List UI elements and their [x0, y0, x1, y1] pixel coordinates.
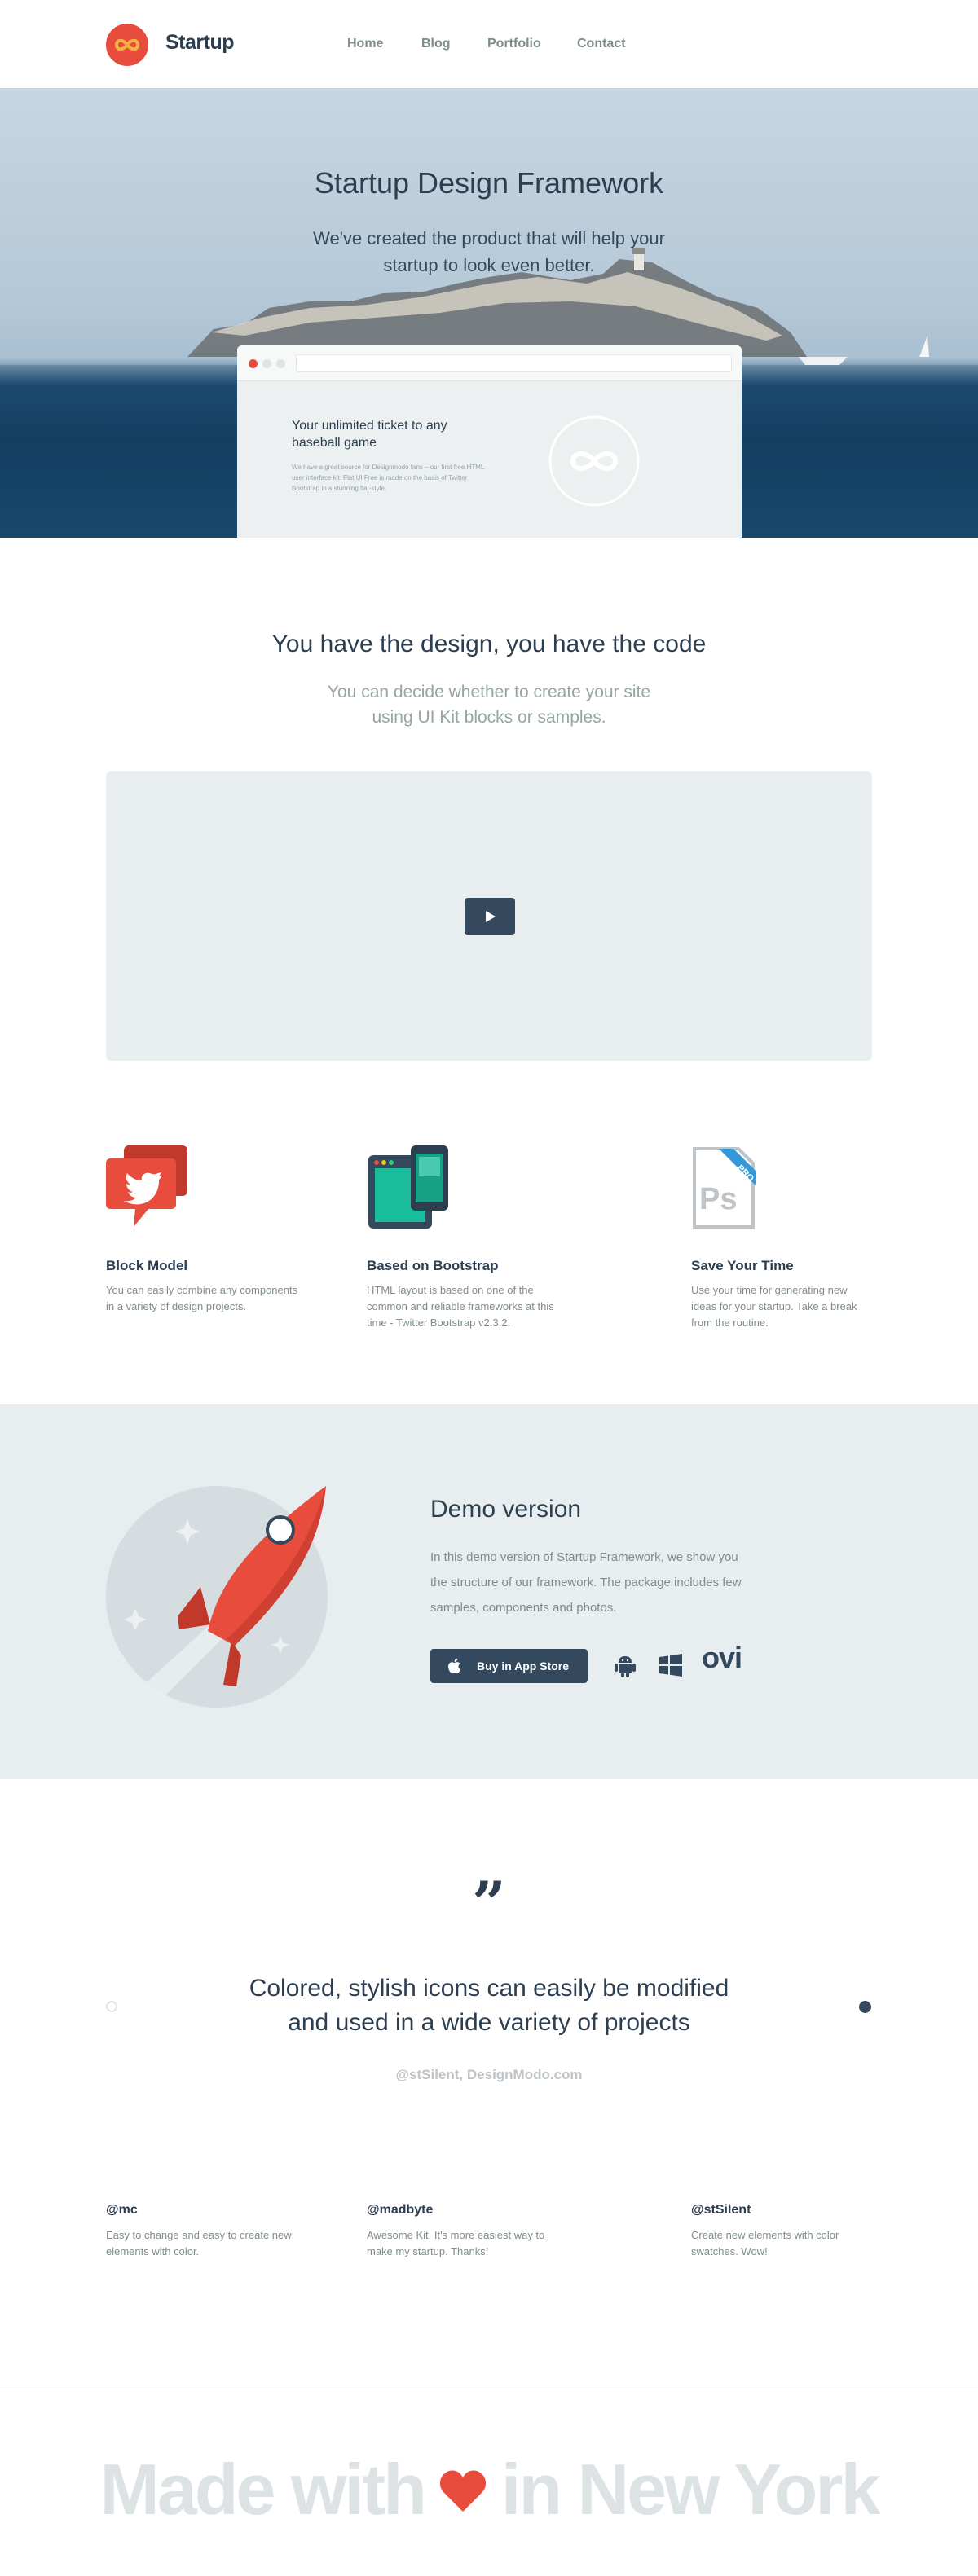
video-player[interactable] — [106, 771, 872, 1061]
window-minimize-dot — [262, 359, 271, 368]
footer-tagline: Made with in New York — [0, 2448, 978, 2531]
quote-mark: ” — [472, 1868, 506, 1937]
app-store-label: Buy in App Store — [477, 1659, 570, 1673]
feature-text-block-model: You can easily combine any components in… — [106, 1284, 298, 1312]
testimonial-handle: @mc — [106, 2203, 138, 2217]
android-icon[interactable] — [613, 1653, 637, 1677]
hero-section: Startup Design Framework We've created t… — [0, 88, 978, 538]
demo-title: Demo version — [430, 1496, 582, 1523]
bootstrap-devices-icon — [368, 1145, 448, 1229]
play-icon — [486, 911, 496, 922]
hero-title: Startup Design Framework — [314, 166, 664, 200]
footer-made-with: Made with — [99, 2449, 427, 2530]
demo-section: Demo version In this demo version of Sta… — [0, 1404, 978, 1779]
feature-title-block-model: Block Model — [106, 1258, 188, 1273]
browser-toolbar — [237, 345, 742, 381]
testimonial-text: Easy to change and easy to create new el… — [106, 2229, 292, 2257]
intro-subtitle: You can decide whether to create your si… — [327, 683, 651, 727]
psd-pro-icon: Ps PRO — [693, 1147, 756, 1229]
feature-text-bootstrap: HTML layout is based on one of the commo… — [367, 1284, 554, 1329]
site-header: Startup Home Blog Portfolio Contact — [0, 0, 978, 88]
nav-contact[interactable]: Contact — [577, 37, 626, 51]
testimonial-text: Create new elements with color swatches.… — [691, 2229, 839, 2257]
infinity-logo-icon — [548, 415, 640, 507]
hero-subtitle: We've created the product that will help… — [313, 228, 665, 275]
slider-next-dot[interactable] — [859, 2001, 871, 2013]
window-close-dot — [249, 359, 258, 368]
testimonial-text: Awesome Kit. It's more easiest way to ma… — [367, 2229, 545, 2257]
mockup-text: We have a great source for Designmodo fa… — [292, 464, 485, 492]
footer-in-new-york: in New York — [500, 2449, 881, 2530]
nav-portfolio[interactable]: Portfolio — [487, 37, 541, 51]
rocket-illustration-icon — [106, 1486, 328, 1708]
testimonial-handle: @stSilent — [691, 2203, 751, 2217]
quote-author: @stSilent, DesignModo.com — [395, 2067, 583, 2082]
mockup-title: Your unlimited ticket to any baseball ga… — [292, 419, 447, 450]
feature-title-bootstrap: Based on Bootstrap — [367, 1258, 499, 1273]
apple-icon — [448, 1658, 460, 1674]
ovi-logo[interactable]: ovi — [702, 1641, 742, 1675]
twitter-bubble-icon — [106, 1145, 187, 1227]
play-button[interactable] — [465, 898, 515, 935]
browser-address-bar — [296, 354, 732, 372]
buy-app-store-button[interactable]: Buy in App Store — [430, 1649, 588, 1683]
browser-mockup: Your unlimited ticket to any baseball ga… — [237, 345, 742, 538]
svg-text:Ps: Ps — [699, 1182, 737, 1216]
brand-name[interactable]: Startup — [165, 31, 235, 55]
testimonial-handle: @madbyte — [367, 2203, 434, 2217]
slider-prev-dot[interactable] — [106, 2001, 117, 2012]
nav-blog[interactable]: Blog — [421, 37, 451, 51]
windows-icon[interactable] — [659, 1654, 682, 1677]
window-maximize-dot — [276, 359, 285, 368]
startup-logo-icon[interactable] — [106, 24, 148, 66]
feature-text-save-time: Use your time for generating new ideas f… — [691, 1284, 857, 1329]
demo-text: In this demo version of Startup Framewor… — [430, 1550, 742, 1615]
heart-icon — [439, 2470, 486, 2512]
feature-title-save-time: Save Your Time — [691, 1258, 794, 1273]
intro-title: You have the design, you have the code — [271, 631, 707, 657]
quote-text: Colored, stylish icons can easily be mod… — [249, 1975, 729, 2036]
nav-home[interactable]: Home — [347, 37, 383, 51]
